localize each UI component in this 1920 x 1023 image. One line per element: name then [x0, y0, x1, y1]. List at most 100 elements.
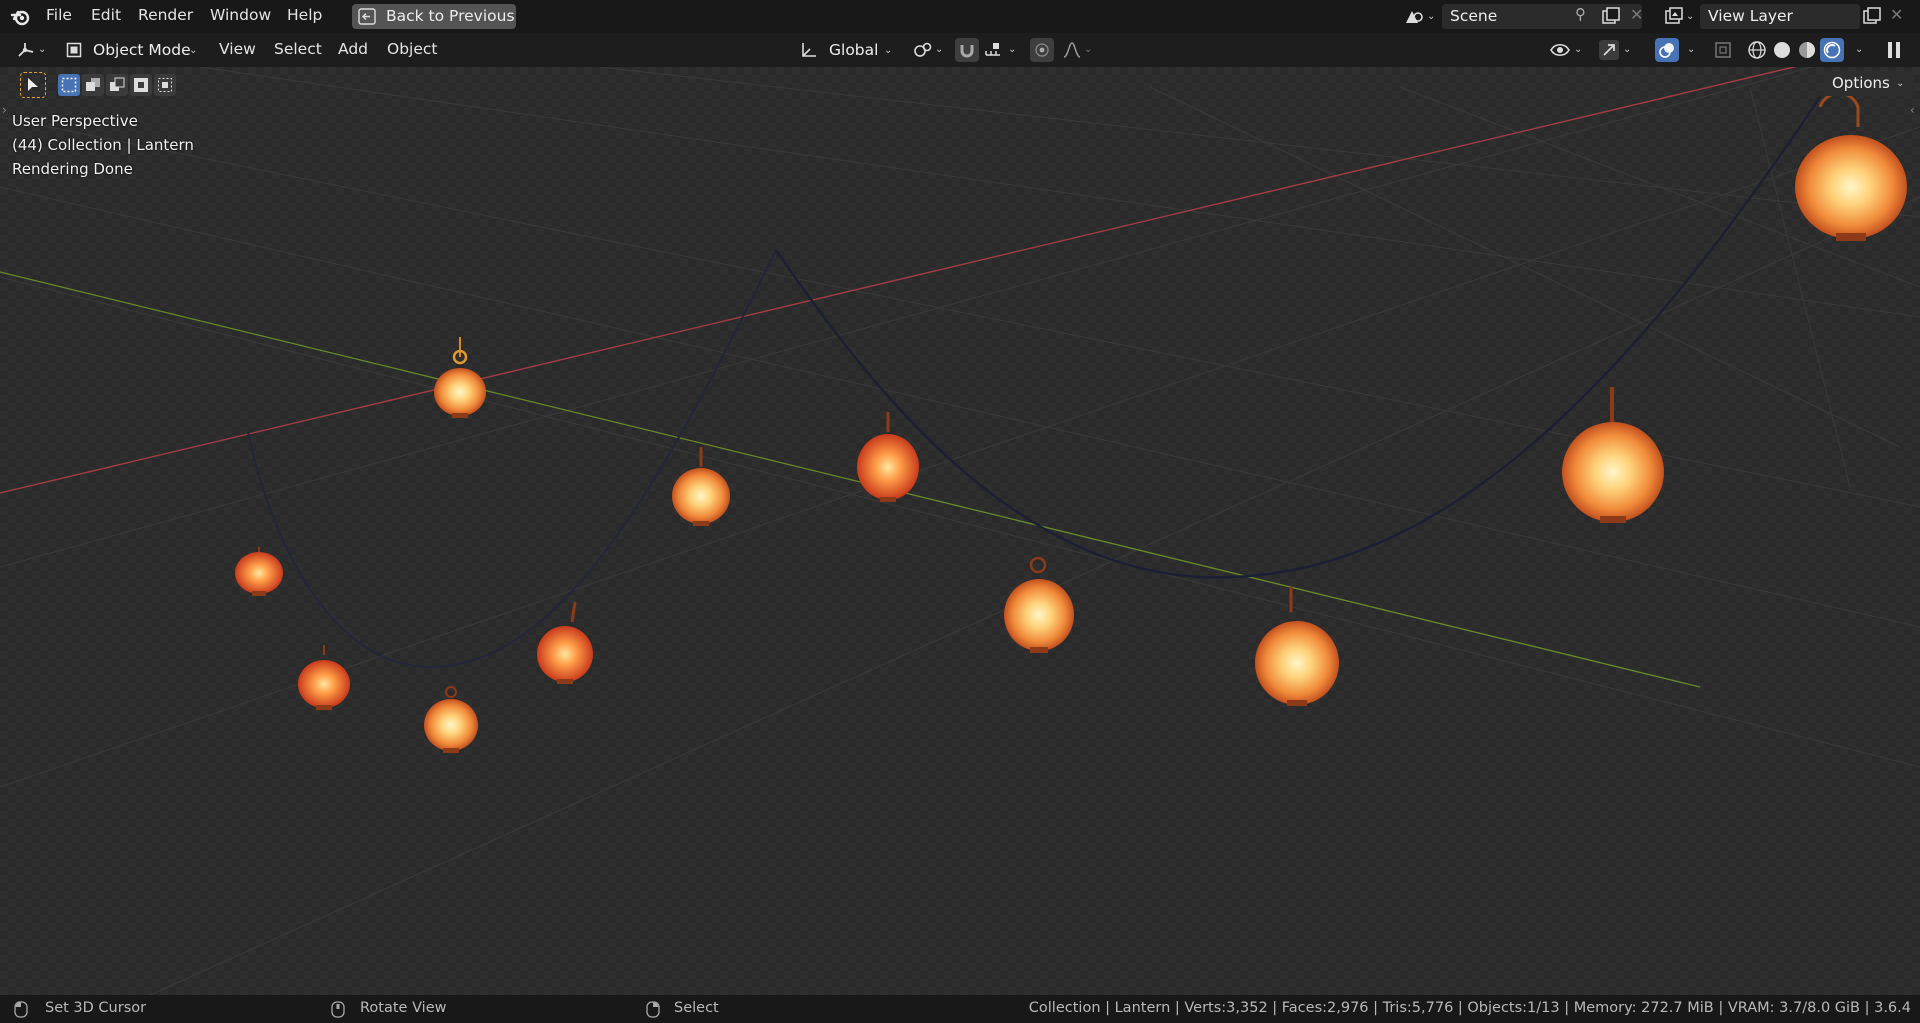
select-extend-icon — [86, 78, 100, 91]
view-layer-dropdown-chevron-icon[interactable]: ⌄ — [1686, 11, 1694, 22]
lantern[interactable] — [1562, 387, 1664, 523]
falloff-curve-icon[interactable] — [1062, 40, 1082, 60]
back-to-previous-button[interactable]: Back to Previous — [352, 4, 516, 29]
cursor-arrow-icon — [28, 78, 38, 91]
options-chevron-icon: ⌄ — [1896, 78, 1905, 89]
proportional-editing-toggle[interactable] — [1030, 38, 1054, 62]
floor-grid — [0, 67, 1920, 995]
menu-object[interactable]: Object — [387, 40, 437, 58]
pivot-point-icon[interactable] — [912, 41, 934, 59]
transform-orientation-chevron-icon: ⌄ — [884, 45, 893, 56]
object-mode-icon — [66, 42, 82, 58]
lantern[interactable] — [537, 601, 593, 684]
toolbar-toggle-icon[interactable]: › — [2, 103, 7, 117]
material-preview-shading-icon[interactable] — [1797, 40, 1817, 60]
view-perspective-label: User Perspective — [12, 112, 138, 130]
viewport-header: ⌄ Object Mode ⌄ View Select Add Object G… — [0, 33, 1920, 67]
mouse-middle-icon — [331, 1001, 345, 1018]
menu-add[interactable]: Add — [338, 40, 368, 58]
lantern[interactable] — [1004, 556, 1074, 653]
overlays-icon — [1659, 43, 1674, 58]
overlays-toggle[interactable] — [1655, 38, 1679, 62]
object-mode-chevron-icon: ⌄ — [189, 45, 198, 56]
scene-name-value: Scene — [1450, 7, 1498, 25]
lantern-string-left — [247, 249, 777, 669]
view-layer-name-field[interactable]: View Layer — [1700, 4, 1860, 29]
sidebar-toggle-icon[interactable]: ‹ — [1910, 103, 1915, 117]
menu-select[interactable]: Select — [274, 40, 322, 58]
snap-chevron-icon[interactable]: ⌄ — [1008, 44, 1016, 55]
rendered-shading-icon — [1823, 41, 1841, 59]
menu-render[interactable]: Render — [138, 6, 193, 24]
menu-file[interactable]: File — [46, 6, 72, 24]
proportional-editing-icon — [1035, 43, 1049, 57]
select-intersect-icon — [158, 78, 172, 92]
transform-orientation-label: Global — [829, 41, 879, 59]
new-scene-icon[interactable] — [1601, 6, 1621, 26]
back-icon — [358, 8, 376, 25]
lantern[interactable] — [857, 412, 919, 502]
overlays-chevron-icon[interactable]: ⌄ — [1687, 44, 1695, 55]
lantern[interactable] — [434, 337, 486, 418]
pause-render-icon[interactable] — [1884, 40, 1904, 60]
pivot-point-chevron-icon[interactable]: ⌄ — [935, 44, 943, 55]
y-axis-line — [0, 271, 1701, 688]
view-layer-icon[interactable] — [1664, 6, 1684, 26]
wireframe-shading-icon[interactable] — [1747, 40, 1767, 60]
shading-chevron-icon[interactable]: ⌄ — [1855, 44, 1863, 55]
lantern[interactable] — [1255, 587, 1339, 706]
menu-view[interactable]: View — [219, 40, 256, 58]
active-object-label: (44) Collection | Lantern — [12, 136, 194, 154]
select-mode-subtract-button[interactable] — [106, 74, 128, 96]
solid-shading-icon[interactable] — [1772, 40, 1792, 60]
pin-icon[interactable]: ⚲ — [1575, 5, 1586, 23]
lantern[interactable] — [424, 686, 478, 753]
select-mode-invert-button[interactable] — [130, 74, 152, 96]
new-view-layer-icon[interactable] — [1862, 6, 1882, 26]
select-mode-new-button[interactable] — [58, 74, 80, 96]
menu-edit[interactable]: Edit — [91, 6, 121, 24]
gizmo-toggle-icon[interactable] — [1598, 39, 1620, 61]
blender-logo-icon[interactable] — [10, 6, 32, 28]
xray-toggle-icon[interactable] — [1713, 40, 1733, 60]
visibility-chevron-icon[interactable]: ⌄ — [1574, 44, 1582, 55]
lantern[interactable] — [298, 645, 350, 710]
select-tool-button[interactable] — [20, 72, 46, 98]
lantern[interactable] — [672, 447, 730, 526]
select-subtract-icon — [110, 77, 125, 91]
lantern[interactable] — [235, 547, 283, 596]
transform-orientation-dropdown[interactable]: Global ⌄ — [796, 37, 900, 63]
render-status-label: Rendering Done — [12, 160, 133, 178]
rendered-shading-toggle[interactable] — [1820, 38, 1844, 62]
top-bar: File Edit Render Window Help Back to Pre… — [0, 0, 1920, 33]
options-dropdown[interactable]: Options ⌄ — [1824, 71, 1914, 96]
lantern[interactable] — [1795, 91, 1907, 241]
back-to-previous-label: Back to Previous — [386, 7, 515, 25]
orientation-axes-icon — [802, 43, 816, 57]
delete-scene-icon[interactable]: ✕ — [1630, 5, 1643, 24]
snap-toggle[interactable] — [955, 38, 979, 62]
status-bar: Set 3D Cursor Rotate View Select Collect… — [0, 995, 1920, 1023]
status-mid-hint: Rotate View — [360, 1000, 447, 1016]
editor-type-icon[interactable] — [16, 40, 38, 60]
select-mode-intersect-button[interactable] — [154, 74, 176, 96]
scene-dropdown-chevron-icon[interactable]: ⌄ — [1427, 11, 1435, 22]
menu-help[interactable]: Help — [287, 6, 322, 24]
lantern-string-right — [775, 96, 1821, 579]
visibility-eye-icon[interactable] — [1549, 40, 1571, 60]
view-layer-name-value: View Layer — [1708, 7, 1793, 25]
select-mode-extend-button[interactable] — [82, 74, 104, 96]
editor-type-chevron-icon[interactable]: ⌄ — [38, 44, 46, 55]
menu-window[interactable]: Window — [210, 6, 271, 24]
mouse-left-icon — [14, 1001, 28, 1018]
select-invert-icon — [134, 78, 148, 92]
3d-viewport[interactable]: User Perspective (44) Collection | Lante… — [0, 67, 1920, 995]
mouse-right-icon — [646, 1001, 660, 1018]
gizmo-chevron-icon[interactable]: ⌄ — [1623, 44, 1631, 55]
object-mode-label: Object Mode — [93, 41, 191, 59]
scene-icon[interactable] — [1403, 6, 1425, 26]
snap-increment-icon[interactable] — [983, 40, 1003, 60]
object-mode-dropdown[interactable]: Object Mode ⌄ — [60, 37, 202, 63]
falloff-chevron-icon[interactable]: ⌄ — [1084, 44, 1092, 55]
delete-view-layer-icon[interactable]: ✕ — [1890, 5, 1903, 24]
